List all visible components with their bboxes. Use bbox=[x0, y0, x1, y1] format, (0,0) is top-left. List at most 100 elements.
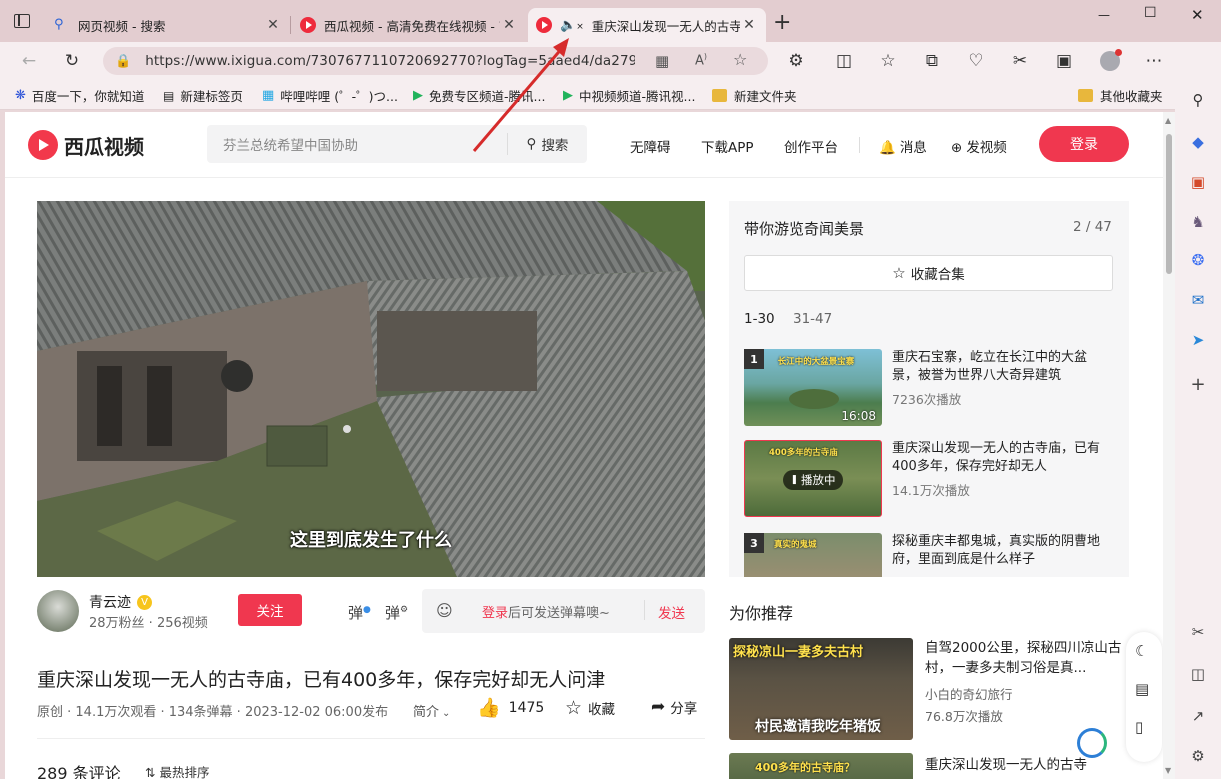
collections-icon[interactable]: ⧉ bbox=[918, 48, 946, 74]
screen-capture-icon[interactable]: ✂ bbox=[1186, 620, 1210, 644]
nav-messages[interactable]: 🔔 消息 bbox=[879, 136, 927, 156]
scroll-up-icon[interactable]: ▲ bbox=[1165, 116, 1171, 125]
dark-mode-icon[interactable]: ☾ bbox=[1135, 642, 1148, 660]
send-danmaku-button[interactable]: 发送 bbox=[658, 602, 685, 622]
login-link[interactable]: 登录 bbox=[482, 606, 508, 621]
follow-button[interactable]: 关注 bbox=[238, 594, 302, 626]
send-icon[interactable]: ➤ bbox=[1186, 328, 1210, 352]
video-thumbnail: 400多年的古寺庙？ bbox=[729, 753, 913, 779]
back-arrow-icon[interactable]: ← bbox=[15, 48, 43, 74]
games-icon[interactable]: ♞ bbox=[1186, 210, 1210, 234]
share-button[interactable]: ➦ 分享 bbox=[651, 697, 697, 717]
item-title: 重庆石宝寨，屹立在长江中的大盆景，被誉为世界八大奇异建筑 bbox=[892, 350, 1088, 383]
item-plays: 14.1万次播放 bbox=[892, 483, 970, 498]
danmaku-toggle-icon[interactable]: 弹● bbox=[348, 602, 371, 623]
page-scrollbar[interactable]: ▲ ▼ bbox=[1163, 112, 1175, 779]
login-button[interactable]: 登录 bbox=[1039, 126, 1129, 162]
playlist-item[interactable]: 长江中的大盆景宝寨 16:08 1 重庆石宝寨，屹立在长江中的大盆景，被誉为世界… bbox=[744, 349, 1114, 426]
screen-icon[interactable]: ▤ bbox=[1135, 680, 1149, 698]
search-input[interactable]: 芬兰总统希望中国协助 bbox=[207, 134, 507, 154]
refresh-icon[interactable]: ↻ bbox=[58, 48, 86, 74]
search-icon[interactable]: ⚲ bbox=[1186, 88, 1210, 112]
author-name[interactable]: 青云迹 V bbox=[89, 592, 152, 612]
minimize-button[interactable]: — bbox=[1098, 8, 1110, 22]
app-available-icon[interactable]: ▦ bbox=[655, 52, 669, 70]
close-window-button[interactable]: ✕ bbox=[1191, 6, 1204, 24]
nav-upload-video[interactable]: ⊕ 发视频 bbox=[951, 136, 1007, 156]
intro-toggle[interactable]: 简介 ⌄ bbox=[413, 701, 450, 720]
settings-icon[interactable]: ⚙ bbox=[1186, 744, 1210, 768]
read-aloud-icon[interactable]: A) bbox=[695, 52, 707, 68]
index-badge: 3 bbox=[744, 533, 764, 553]
chevron-down-icon: ⌄ bbox=[442, 708, 451, 719]
emoji-icon[interactable]: ☺ bbox=[436, 601, 453, 620]
close-tab-icon[interactable]: ✕ bbox=[264, 17, 282, 33]
playlist-item[interactable]: 真实的鬼城 3 探秘重庆丰都鬼城，真实版的阴曹地府，里面到底是什么样子 bbox=[744, 533, 1114, 577]
screenshot-icon[interactable]: ✂ bbox=[1006, 48, 1034, 74]
muted-speaker-icon[interactable]: 🔈× bbox=[560, 18, 584, 33]
author-avatar[interactable] bbox=[37, 590, 79, 632]
tag-icon[interactable]: ◆ bbox=[1186, 130, 1210, 154]
open-external-icon[interactable]: ↗ bbox=[1186, 704, 1210, 728]
danmaku-settings-icon[interactable]: 弹⚙ bbox=[385, 602, 408, 623]
collect-collection-button[interactable]: ☆ 收藏合集 bbox=[744, 255, 1113, 291]
bookmark-item[interactable]: ▤ 新建标签页 bbox=[163, 86, 243, 105]
range-tab-1[interactable]: 1-30 bbox=[744, 311, 775, 327]
nav-accessibility[interactable]: 无障碍 bbox=[630, 136, 671, 156]
copilot-sidebar-icon[interactable]: ❂ bbox=[1186, 248, 1210, 272]
tab-current-video[interactable]: 🔈× 重庆深山发现一无人的古寺庙， ✕ bbox=[528, 8, 766, 42]
other-favorites-folder[interactable]: 其他收藏夹 bbox=[1078, 86, 1163, 105]
close-tab-icon[interactable]: ✕ bbox=[500, 17, 518, 33]
sidebar-toggle-icon[interactable]: ◫ bbox=[1186, 662, 1210, 686]
add-icon[interactable]: + bbox=[1186, 372, 1210, 396]
item-title: 自驾2000公里，探秘四川凉山古村，一妻多夫制习俗是真... bbox=[925, 640, 1122, 676]
address-bar[interactable]: 🔒 https://www.ixigua.com/730767711072069… bbox=[103, 47, 768, 75]
like-button[interactable]: 👍 1475 bbox=[477, 696, 544, 719]
tencent-video-icon: ▶ bbox=[413, 88, 423, 103]
nav-download-app[interactable]: 下载APP bbox=[701, 136, 754, 156]
item-title: 探秘重庆丰都鬼城，真实版的阴曹地府，里面到底是什么样子 bbox=[892, 534, 1101, 567]
equalizer-icon: ❚ bbox=[790, 475, 799, 485]
nav-divider bbox=[859, 137, 860, 153]
bookmark-folder[interactable]: 新建文件夹 bbox=[712, 86, 797, 105]
collect-button[interactable]: ☆ 收藏 bbox=[565, 697, 615, 719]
more-menu-icon[interactable]: ⋯ bbox=[1140, 48, 1168, 74]
bookmark-item[interactable]: ▶ 中视频频道-腾讯视... bbox=[563, 86, 695, 105]
toolbox-icon[interactable]: ▣ bbox=[1186, 170, 1210, 194]
bookmark-item[interactable]: ▦ 哔哩哔哩 (゜-゜)つ... bbox=[262, 86, 398, 105]
tab-search[interactable]: ⚲ 网页视频 - 搜索 ✕ bbox=[46, 8, 290, 42]
site-logo[interactable]: 西瓜视频 bbox=[28, 130, 144, 160]
extensions-icon[interactable]: ⚙ bbox=[782, 48, 810, 74]
bookmarks-bar: ❋ 百度一下，你就知道 ▤ 新建标签页 ▦ 哔哩哔哩 (゜-゜)つ... ▶ 免… bbox=[0, 80, 1221, 110]
scrollbar-thumb[interactable] bbox=[1166, 134, 1172, 274]
divider bbox=[644, 600, 645, 620]
bookmark-item[interactable]: ❋ 百度一下，你就知道 bbox=[15, 86, 144, 105]
search-button[interactable]: ⚲ 搜索 bbox=[507, 133, 587, 155]
nav-creator-platform[interactable]: 创作平台 bbox=[784, 136, 838, 156]
divider bbox=[37, 738, 705, 739]
recommend-item[interactable]: 探秘凉山一妻多夫古村 村民邀请我吃年猪饭 自驾2000公里，探秘四川凉山古村，一… bbox=[729, 638, 1129, 742]
range-tab-2[interactable]: 31-47 bbox=[793, 311, 832, 327]
sort-toggle[interactable]: ⇅ 最热排序 bbox=[145, 762, 210, 779]
favorites-icon[interactable]: ☆ bbox=[874, 48, 902, 74]
split-screen-icon[interactable]: ◫ bbox=[830, 48, 858, 74]
tab-actions-icon[interactable] bbox=[14, 14, 30, 28]
wallet-icon[interactable]: ▣ bbox=[1050, 48, 1078, 74]
favorite-star-icon[interactable]: ☆ bbox=[733, 50, 747, 69]
recommend-item[interactable]: 400多年的古寺庙？ 重庆深山发现一无人的古寺 bbox=[729, 753, 1129, 779]
paw-icon: ❋ bbox=[15, 88, 26, 103]
bookmark-item[interactable]: ▶ 免费专区频道-腾讯... bbox=[413, 86, 545, 105]
url-text: https://www.ixigua.com/73076771107206927… bbox=[145, 53, 636, 69]
video-subtitle: 这里到底发生了什么 bbox=[290, 530, 452, 551]
outlook-icon[interactable]: ✉ bbox=[1186, 288, 1210, 312]
close-tab-icon[interactable]: ✕ bbox=[740, 17, 758, 33]
scroll-down-icon[interactable]: ▼ bbox=[1165, 766, 1171, 775]
video-player[interactable]: 这里到底发生了什么 bbox=[37, 201, 705, 577]
browser-essentials-icon[interactable]: ♡ bbox=[962, 48, 990, 74]
danmaku-input-bar[interactable]: ☺ 登录后可发送弹幕噢~ 发送 bbox=[422, 589, 705, 633]
new-tab-button[interactable]: + bbox=[773, 10, 791, 35]
profile-avatar[interactable] bbox=[1096, 48, 1124, 74]
playlist-item-current[interactable]: 400多年的古寺庙 ❚ 播放中 重庆深山发现一无人的古寺庙，已有400多年，保存完… bbox=[744, 440, 1114, 517]
tab-xigua-home[interactable]: 西瓜视频 - 高清免费在线视频 - 高 ✕ bbox=[292, 8, 526, 42]
maximize-button[interactable]: ☐ bbox=[1144, 5, 1157, 21]
